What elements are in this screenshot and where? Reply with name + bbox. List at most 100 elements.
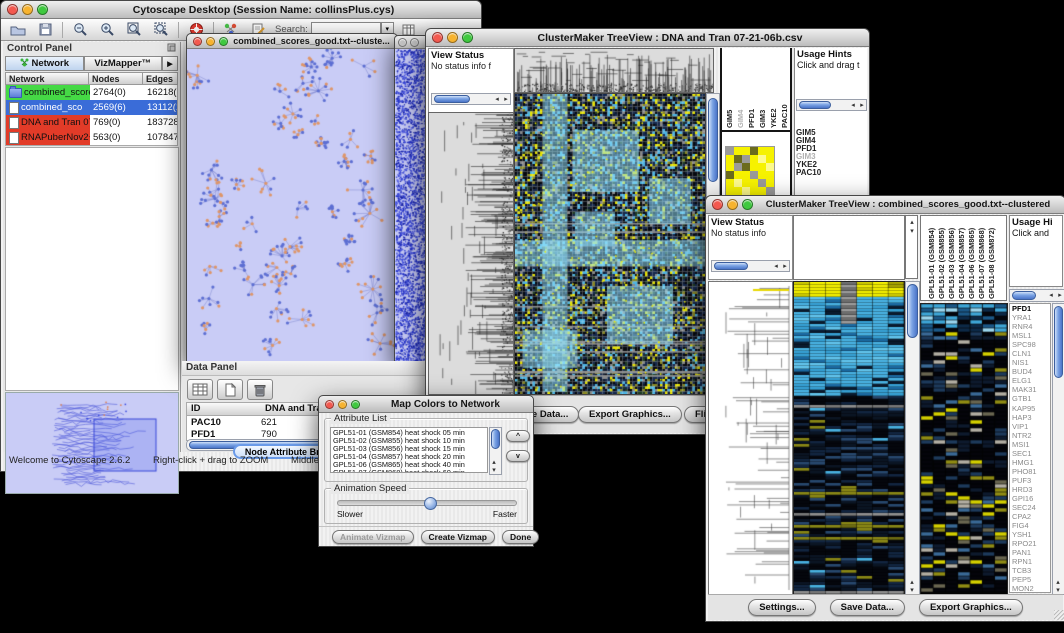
gene-label[interactable]: FIG4 [1012,521,1050,530]
matrix-cell[interactable] [734,163,742,171]
treeview2-action-button[interactable]: Export Graphics... [919,599,1023,616]
matrix-cell[interactable] [742,163,750,171]
matrix-cell[interactable] [734,171,742,179]
gene-label[interactable]: PUF3 [1012,476,1050,485]
zoom-window-icon[interactable] [351,400,360,409]
attribute-list-vscrollbar[interactable]: ▴ ▾ [489,427,502,475]
column-label[interactable]: GPL51-08 (GSM872) [987,219,996,299]
heatmap-canvas[interactable] [514,93,706,395]
attribute-table-icon[interactable] [187,379,213,400]
matrix-cell[interactable] [750,179,758,187]
matrix-cell[interactable] [742,171,750,179]
gene-label[interactable]: HAP3 [1012,413,1050,422]
matrix-cell[interactable] [726,147,734,155]
network-list-row[interactable]: RNAPuberNov2+I 563(0) 107847(0) [6,130,177,145]
column-label[interactable]: PFD1 [747,50,756,128]
gene-label[interactable]: MAK31 [1012,385,1050,394]
minimize-icon[interactable] [22,4,33,15]
gene-label[interactable]: RNR4 [1012,322,1050,331]
zoom-heatmap-canvas[interactable] [920,303,1008,595]
gene-label[interactable]: TCB3 [1012,566,1050,575]
global-heatmap-canvas[interactable] [793,281,905,595]
scroll-left-icon[interactable]: ◂ [1047,292,1055,299]
scrollbar-thumb[interactable] [1054,306,1063,378]
animation-speed-slider[interactable] [337,500,517,506]
usage-hscrollbar[interactable]: ◂ ▸ [796,99,867,111]
matrix-cell[interactable] [758,187,766,195]
scrollbar-thumb[interactable] [434,95,470,103]
zoom-in-icon[interactable] [95,20,119,39]
matrix-cell[interactable] [742,179,750,187]
network-list-row[interactable]: combined_sco 2569(6) 13112(15) [6,100,177,115]
scroll-right-icon[interactable]: ▸ [502,96,510,103]
matrix-cell[interactable] [758,179,766,187]
slider-thumb[interactable] [424,497,437,510]
matrix-cell[interactable] [758,171,766,179]
scrollbar-thumb[interactable] [491,429,500,449]
scroll-left-icon[interactable]: ◂ [772,263,780,270]
scroll-down-icon[interactable]: ▾ [490,467,498,474]
close-icon[interactable] [193,37,202,46]
gene-label[interactable]: CLN1 [1012,349,1050,358]
matrix-cell[interactable] [726,163,734,171]
zoom-out-icon[interactable] [68,20,92,39]
open-icon[interactable] [6,20,30,39]
minimize-icon[interactable] [727,199,738,210]
gene-label[interactable]: BUD4 [1012,367,1050,376]
matrix-cell[interactable] [742,155,750,163]
matrix-cell[interactable] [734,147,742,155]
gene-label[interactable]: RPN1 [1012,557,1050,566]
scroll-left-icon[interactable]: ◂ [849,102,857,109]
matrix-cell[interactable] [726,187,734,195]
gene-label[interactable]: SEC1 [1012,449,1050,458]
gene-label[interactable]: MSL1 [1012,331,1050,340]
gene-label[interactable]: YRA1 [1012,313,1050,322]
matrix-cell[interactable] [766,155,774,163]
background-window-titlebar[interactable] [395,36,429,49]
matrix-cell[interactable] [766,187,774,195]
scroll-right-icon[interactable]: ▸ [781,263,789,270]
gene-label[interactable]: CPA2 [1012,512,1050,521]
matrix-cell[interactable] [750,155,758,163]
gene-label[interactable]: HMG1 [1012,458,1050,467]
save-icon[interactable] [33,20,57,39]
matrix-cell[interactable] [766,179,774,187]
scroll-up-icon[interactable]: ▴ [1054,579,1062,586]
scrollbar-thumb[interactable] [708,98,718,182]
tab-overflow-icon[interactable]: ▶ [162,56,178,71]
view-status-hscrollbar[interactable]: ◂ ▸ [711,260,790,272]
zoom-window-icon[interactable] [37,4,48,15]
scroll-up-icon[interactable]: ▴ [490,459,498,466]
gene-label[interactable]: GTB1 [1012,394,1050,403]
scroll-up-icon[interactable]: ▴ [908,219,916,226]
minimize-icon[interactable] [410,38,419,47]
scrollbar-thumb[interactable] [799,101,831,109]
gene-label[interactable]: ELG1 [1012,376,1050,385]
gene-label[interactable]: VIP1 [1012,422,1050,431]
scrollbar-thumb[interactable] [1012,291,1036,300]
tab-vizmapper[interactable]: VizMapper™ [84,56,163,71]
row-dendrogram-canvas[interactable] [708,281,793,595]
matrix-cell[interactable] [758,163,766,171]
main-titlebar[interactable]: Cytoscape Desktop (Session Name: collins… [1,1,481,19]
create-vizmap-button[interactable]: Create Vizmap [421,530,495,544]
matrix-cell[interactable] [734,155,742,163]
matrix-cell[interactable] [734,179,742,187]
resize-grip[interactable] [1054,610,1064,620]
scroll-down-icon[interactable]: ▾ [908,587,916,594]
gene-label[interactable]: MSI1 [1012,440,1050,449]
column-label[interactable]: GPL51-06 (GSM865) [967,219,976,299]
matrix-cell[interactable] [758,147,766,155]
column-label[interactable]: GPL51-04 (GSM857) [957,219,966,299]
matrix-cell[interactable] [766,163,774,171]
zoom-region-icon[interactable] [149,20,173,39]
minimize-icon[interactable] [206,37,215,46]
scroll-down-icon[interactable]: ▾ [908,228,916,235]
close-icon[interactable] [7,4,18,15]
float-panel-icon[interactable] [167,43,176,55]
gene-list-vscrollbar[interactable]: ▴ ▾ [1052,303,1064,595]
scroll-right-icon[interactable]: ▸ [858,102,866,109]
scroll-up-icon[interactable]: ▴ [908,579,916,586]
close-icon[interactable] [398,38,407,47]
zoom-fit-icon[interactable] [122,20,146,39]
